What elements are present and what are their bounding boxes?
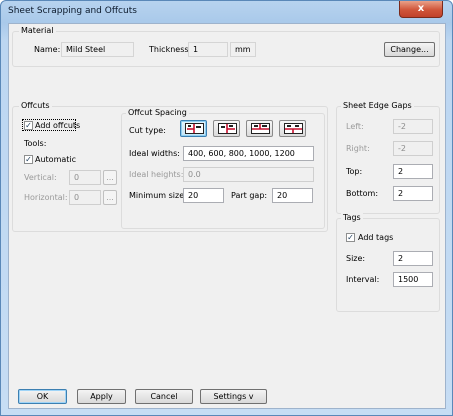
ok-button[interactable]: OK <box>18 389 67 404</box>
cancel-button[interactable]: Cancel <box>135 389 193 404</box>
cut-type-3-icon <box>251 123 270 134</box>
horizontal-tool-browse-button[interactable]: ... <box>103 190 117 205</box>
thickness-field: 1 <box>188 42 228 57</box>
tag-interval-label: Interval: <box>346 275 380 284</box>
vertical-label: Vertical: <box>24 173 57 182</box>
close-button[interactable]: x <box>399 1 443 18</box>
add-offcuts-checkbox[interactable]: ✓ <box>24 121 33 130</box>
tag-size-field[interactable]: 2 <box>393 251 433 266</box>
check-icon: ✓ <box>25 155 32 164</box>
change-material-button[interactable]: Change... <box>384 42 435 57</box>
left-gap-label: Left: <box>346 122 364 131</box>
tags-group: Tags ✓ Add tags Size: 2 Interval: 1500 <box>336 213 440 312</box>
offcuts-group: Offcuts ✓ Add offcuts Tools: ✓ Automatic… <box>12 101 328 232</box>
dialog-window: Sheet Scrapping and Offcuts x Material N… <box>0 0 453 416</box>
top-gap-label: Top: <box>346 167 363 176</box>
vertical-tool-field[interactable]: 0 <box>69 170 101 185</box>
close-icon: x <box>417 3 425 14</box>
automatic-checkbox[interactable]: ✓ <box>24 155 33 164</box>
cut-type-label: Cut type: <box>129 126 166 135</box>
cut-type-buttons <box>180 120 306 137</box>
horizontal-tool-field[interactable]: 0 <box>69 190 101 205</box>
settings-button[interactable]: Settings v <box>200 389 267 404</box>
offcut-spacing-title: Offcut Spacing <box>126 108 189 117</box>
check-icon: ✓ <box>25 121 32 130</box>
left-gap-field[interactable]: -2 <box>393 119 433 134</box>
tag-size-label: Size: <box>346 254 366 263</box>
offcuts-group-title: Offcuts <box>19 101 52 110</box>
automatic-label[interactable]: Automatic <box>35 155 76 164</box>
sheet-edge-gaps-group: Sheet Edge Gaps Left: -2 Right: -2 Top: … <box>336 101 440 214</box>
bottom-gap-label: Bottom: <box>346 189 379 198</box>
cut-type-1-button[interactable] <box>180 120 207 137</box>
check-icon: ✓ <box>347 233 354 242</box>
part-gap-label: Part gap: <box>231 191 268 200</box>
add-tags-checkbox[interactable]: ✓ <box>346 233 355 242</box>
top-gap-field[interactable]: 2 <box>393 164 433 179</box>
dialog-client-area: Material Name: Mild Steel Thickness: 1 m… <box>8 23 446 409</box>
minimum-size-field[interactable]: 20 <box>183 188 224 203</box>
sheet-edge-gaps-title: Sheet Edge Gaps <box>341 101 414 110</box>
ideal-widths-field[interactable]: 400, 600, 800, 1000, 1200 <box>183 146 314 161</box>
apply-button[interactable]: Apply <box>77 389 126 404</box>
right-gap-field[interactable]: -2 <box>393 141 433 156</box>
window-title: Sheet Scrapping and Offcuts <box>8 6 137 16</box>
tags-group-title: Tags <box>341 213 363 222</box>
material-name-field: Mild Steel <box>61 42 134 57</box>
bottom-gap-field[interactable]: 2 <box>393 186 433 201</box>
cut-type-3-button[interactable] <box>246 120 273 137</box>
tools-label: Tools: <box>24 139 47 148</box>
material-group: Material Name: Mild Steel Thickness: 1 m… <box>12 26 440 67</box>
cut-type-2-icon <box>218 123 237 134</box>
part-gap-field[interactable]: 20 <box>272 188 313 203</box>
cut-type-2-button[interactable] <box>213 120 240 137</box>
cut-type-4-button[interactable] <box>279 120 306 137</box>
vertical-tool-browse-button[interactable]: ... <box>103 170 117 185</box>
thickness-label: Thickness: <box>149 45 192 54</box>
right-gap-label: Right: <box>346 144 370 153</box>
material-group-title: Material <box>19 26 56 35</box>
ideal-heights-field[interactable]: 0.0 <box>183 167 314 182</box>
cut-type-4-icon <box>284 123 303 134</box>
ideal-heights-label: Ideal heights: <box>129 170 184 179</box>
horizontal-label: Horizontal: <box>24 193 68 202</box>
minimum-size-label: Minimum size: <box>129 191 187 200</box>
add-tags-label[interactable]: Add tags <box>358 233 393 242</box>
ideal-widths-label: Ideal widths: <box>129 149 180 158</box>
cut-type-1-icon <box>185 123 204 134</box>
tag-interval-field[interactable]: 1500 <box>393 272 433 287</box>
thickness-unit-field: mm <box>230 42 256 57</box>
offcut-spacing-group: Offcut Spacing Cut type: Ideal widths: 4… <box>121 108 325 229</box>
material-name-label: Name: <box>34 45 61 54</box>
title-bar[interactable]: Sheet Scrapping and Offcuts x <box>1 1 452 23</box>
add-offcuts-label[interactable]: Add offcuts <box>35 121 80 130</box>
